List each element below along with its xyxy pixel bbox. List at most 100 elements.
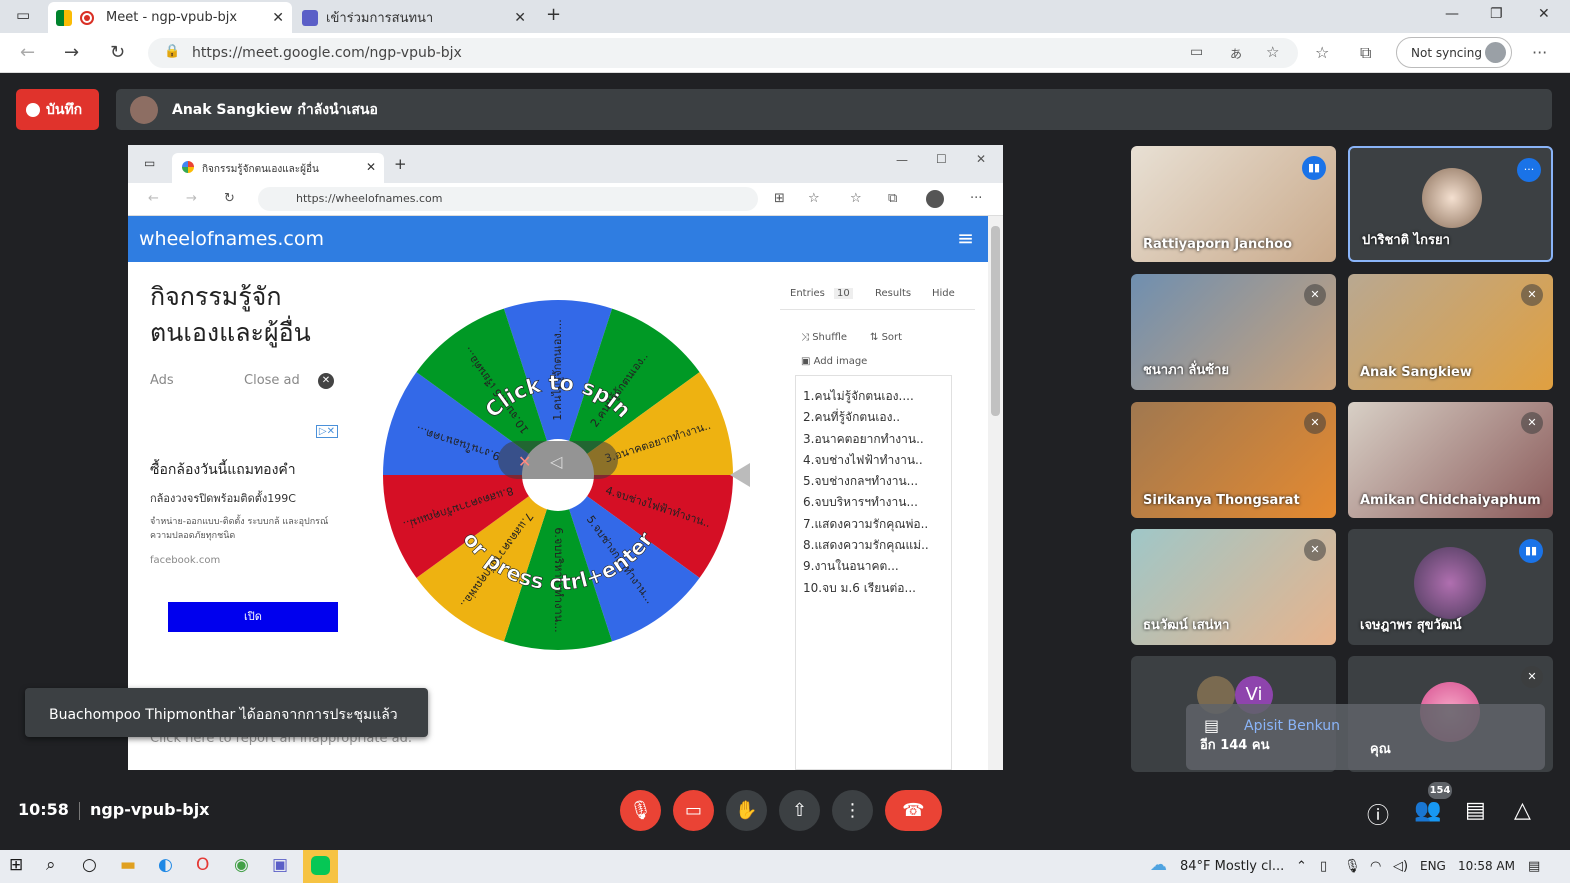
wof-brand: wheelofnames.com — [139, 228, 324, 250]
lock-icon: 🔒 — [164, 44, 181, 59]
teams-icon[interactable]: ▣ — [272, 855, 288, 875]
chrome-icon[interactable]: ◉ — [234, 855, 249, 875]
sync-button[interactable]: Not syncing — [1396, 37, 1512, 68]
add-favorite-icon[interactable]: ☆ — [1266, 43, 1279, 61]
presenter-text: Anak Sangkiew กำลังนำเสนอ — [172, 101, 378, 118]
mic-toggle-button[interactable]: 🎙 — [620, 790, 661, 831]
hamburger-icon: ≡ — [957, 226, 974, 250]
participant-name: Anak Sangkiew — [1360, 365, 1472, 380]
present-button[interactable]: ⇧ — [779, 790, 820, 831]
new-tab-icon[interactable]: + — [546, 4, 561, 25]
participant-tile[interactable]: ✕ Anak Sangkiew — [1348, 274, 1553, 390]
tab-teams[interactable]: เข้าร่วมการสนทนา ✕ — [294, 2, 534, 33]
ads-label: Ads — [150, 373, 174, 388]
file-explorer-icon[interactable]: ▬ — [120, 855, 136, 875]
volume-icon[interactable]: ◁) — [1393, 859, 1408, 874]
wifi-icon[interactable]: ◠ — [1370, 859, 1381, 874]
participant-name: ธนวัฒน์ เสน่หา — [1143, 618, 1230, 633]
participant-tile[interactable]: ▮▮ เจษฎาพร สุขวัฒน์ — [1348, 529, 1553, 645]
opera-icon[interactable]: O — [196, 855, 209, 875]
meeting-code: ngp-vpub-bjx — [89, 800, 210, 819]
camera-toggle-button[interactable]: ▭ — [673, 790, 714, 831]
cortana-icon[interactable]: ○ — [82, 855, 97, 875]
windows-taskbar: ⊞ ⌕ ○ ▬ ◐ O ◉ ▣ ☁ 84°F Mostly cl... ⌃ ▯ … — [0, 850, 1570, 883]
translate-icon[interactable]: あ — [1230, 45, 1242, 62]
add-image-button: ▣ Add image — [801, 356, 867, 367]
more-icon: ··· — [970, 191, 983, 206]
people-icon[interactable]: 👥 — [1414, 798, 1441, 823]
edge-icon[interactable]: ◐ — [158, 855, 173, 875]
tab-actions-icon: ▭ — [144, 156, 156, 170]
search-icon[interactable]: ⌕ — [46, 855, 56, 875]
collections-icon[interactable]: ⧉ — [1360, 43, 1371, 63]
more-vertical-icon: ⋮ — [843, 800, 862, 821]
recording-indicator[interactable]: บันทึก — [16, 89, 99, 130]
line-icon[interactable] — [303, 850, 338, 883]
weather-text[interactable]: 84°F Mostly cl... — [1180, 859, 1284, 874]
chrome-icon — [182, 161, 194, 173]
taskbar-clock[interactable]: 10:58 AM — [1458, 859, 1515, 873]
participant-tile[interactable]: ✕ Amikan Chidchaiyaphum — [1348, 402, 1553, 518]
mic-off-icon: ✕ — [518, 452, 531, 471]
adchoices-icon: ▷✕ — [315, 425, 338, 438]
favorites-icon: ☆ — [850, 191, 862, 206]
entry-item: 6.จบบริหารฯทำงาน... — [803, 495, 918, 510]
ad-line-2: กล้องวงจรปิดพร้อมติดตั้ง199C — [150, 492, 296, 505]
participant-tile[interactable]: ✕ ธนวัฒน์ เสน่หา — [1131, 529, 1336, 645]
add-favorite-icon: ☆ — [808, 191, 820, 206]
windows-start-icon[interactable]: ⊞ — [9, 855, 23, 875]
raise-hand-button[interactable]: ✋ — [726, 790, 767, 831]
meeting-info: 10:58 ngp-vpub-bjx — [18, 800, 210, 820]
participant-tile[interactable]: ··· ปาริชาติ ไกรยา — [1348, 146, 1553, 262]
entries-tabs: Entries 10 Results Hide — [780, 278, 975, 310]
info-icon[interactable]: ⓘ — [1367, 798, 1389, 830]
forward-icon: → — [186, 191, 197, 206]
back-icon: ← — [148, 191, 159, 206]
leave-call-button[interactable]: ☎ — [885, 790, 942, 831]
refresh-icon[interactable]: ↻ — [110, 42, 125, 63]
chat-icon[interactable]: ▤ — [1465, 798, 1486, 823]
tablet-icon[interactable]: ▯ — [1320, 859, 1327, 874]
participant-tile[interactable]: ✕ Sirikanya Thongsarat — [1131, 402, 1336, 518]
shared-url-field: https://wheelofnames.com — [258, 187, 758, 211]
close-icon[interactable]: ✕ — [272, 10, 284, 26]
participant-tile[interactable]: ✕ ชนาภา ลั่นซ้าย — [1131, 274, 1336, 390]
close-icon: ✕ — [365, 160, 376, 174]
entry-item: 8.แสดงความรักคุณแม่.. — [803, 538, 929, 553]
camera-off-icon: ▭ — [684, 800, 702, 821]
participant-avatar — [1422, 168, 1482, 228]
more-options-button[interactable]: ⋮ — [832, 790, 873, 831]
others-overlay[interactable]: ▤ Apisit Benkun อีก 144 คน คุณ — [1186, 704, 1545, 770]
entry-item: 10.จบ ม.6 เรียนต่อ... — [803, 580, 916, 595]
minimize-icon[interactable]: — — [1445, 6, 1459, 22]
more-icon[interactable]: ··· — [1532, 43, 1547, 62]
language-indicator[interactable]: ENG — [1420, 859, 1446, 873]
mic-icon[interactable]: 🎙 — [1344, 859, 1361, 874]
window-close-icon: ✕ — [976, 152, 987, 166]
speaking-icon: ▮▮ — [1519, 539, 1543, 563]
wheel-pointer — [730, 463, 750, 487]
shared-scrollbar — [988, 216, 1003, 770]
participant-tile[interactable]: ▮▮ Rattiyaporn Janchoo — [1131, 146, 1336, 262]
camera-icon[interactable]: ▭ — [1190, 44, 1203, 60]
close-icon[interactable]: ✕ — [514, 10, 526, 26]
tab-actions-icon[interactable]: ▭ — [16, 6, 30, 24]
forward-icon[interactable]: → — [64, 42, 79, 63]
more-options-icon[interactable]: ··· — [1517, 158, 1541, 182]
chevron-up-icon[interactable]: ⌃ — [1296, 859, 1307, 874]
window-close-icon[interactable]: ✕ — [1538, 6, 1550, 22]
profile-avatar — [926, 190, 944, 208]
restore-icon[interactable]: ❐ — [1490, 6, 1503, 22]
tab-teams-label: เข้าร่วมการสนทนา — [326, 11, 434, 26]
back-icon[interactable]: ← — [20, 42, 35, 63]
new-tab-icon: + — [394, 155, 407, 173]
recording-dot-icon — [80, 10, 94, 25]
sync-label: Not syncing — [1411, 46, 1482, 60]
notification-icon[interactable]: ▤ — [1528, 859, 1540, 874]
tab-meet[interactable]: Meet - ngp-vpub-bjx ✕ — [48, 2, 292, 33]
mic-off-icon: ✕ — [1521, 284, 1543, 306]
favorites-icon[interactable]: ☆ — [1315, 43, 1329, 62]
activities-icon[interactable]: △ — [1514, 798, 1531, 823]
url-field[interactable]: 🔒 https://meet.google.com/ngp-vpub-bjx ▭… — [148, 38, 1298, 68]
record-dot-icon — [26, 102, 40, 117]
